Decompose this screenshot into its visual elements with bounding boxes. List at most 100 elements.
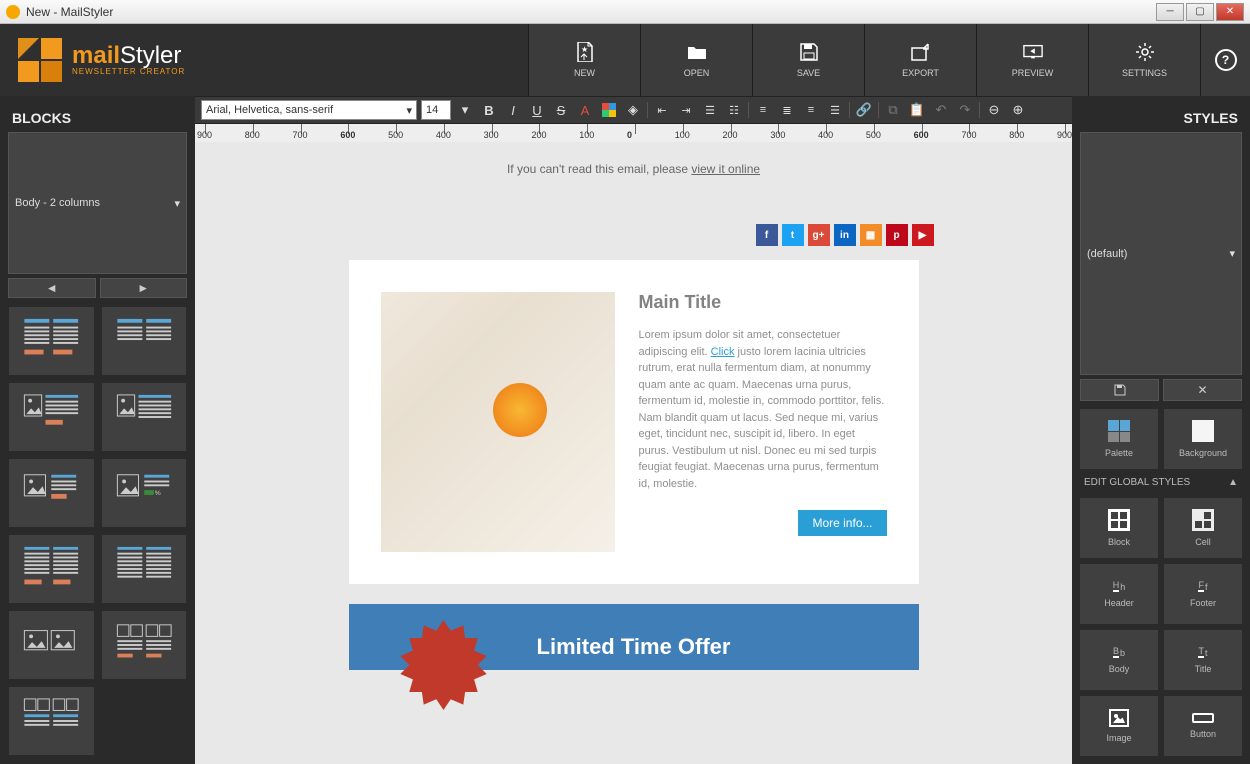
logo-subtitle: NEWSLETTER CREATOR xyxy=(72,68,185,76)
minimize-button[interactable]: ─ xyxy=(1156,3,1184,21)
zoom-in-button[interactable]: ⊕ xyxy=(1008,100,1028,120)
title-style-button[interactable]: TtTitle xyxy=(1164,630,1242,690)
block-thumb[interactable] xyxy=(8,382,95,452)
block-thumb[interactable] xyxy=(8,306,95,376)
preview-button[interactable]: PREVIEW xyxy=(976,24,1088,96)
block-thumb[interactable] xyxy=(8,610,95,680)
block-icon xyxy=(1108,509,1130,531)
font-color-button[interactable]: A xyxy=(575,100,595,120)
export-label: EXPORT xyxy=(902,68,939,78)
bg-color-button[interactable] xyxy=(599,100,619,120)
body-link[interactable]: Click xyxy=(711,346,735,358)
email-block[interactable]: Main Title Lorem ipsum dolor sit amet, c… xyxy=(349,260,919,584)
header-style-button[interactable]: HhHeader xyxy=(1080,564,1158,624)
social-twitter-icon[interactable]: t xyxy=(782,224,804,246)
block-thumb[interactable] xyxy=(101,382,188,452)
canvas[interactable]: If you can't read this email, please vie… xyxy=(195,142,1072,764)
chevron-down-icon: ▾ xyxy=(174,197,180,210)
button-style-button[interactable]: Button xyxy=(1164,696,1242,756)
cell-style-button[interactable]: Cell xyxy=(1164,498,1242,558)
chevron-down-icon: ▾ xyxy=(1229,247,1235,260)
redo-button[interactable]: ↷ xyxy=(955,100,975,120)
undo-button[interactable]: ↶ xyxy=(931,100,951,120)
save-button[interactable]: SAVE xyxy=(752,24,864,96)
outdent-button[interactable]: ⇤ xyxy=(652,100,672,120)
block-thumb[interactable] xyxy=(8,534,95,604)
social-rss-icon[interactable]: ▦ xyxy=(860,224,882,246)
strike-button[interactable]: S xyxy=(551,100,571,120)
logo-icon xyxy=(18,38,62,82)
close-button[interactable]: ✕ xyxy=(1216,3,1244,21)
background-button[interactable]: Background xyxy=(1164,409,1242,469)
block-thumb[interactable] xyxy=(101,306,188,376)
link-button[interactable]: 🔗 xyxy=(854,100,874,120)
chevron-down-icon: ▾ xyxy=(406,104,412,117)
block-thumb[interactable] xyxy=(8,686,95,756)
block-style-button[interactable]: Block xyxy=(1080,498,1158,558)
more-info-button[interactable]: More info... xyxy=(798,510,886,536)
image-icon xyxy=(1109,709,1129,727)
email-body[interactable]: Lorem ipsum dolor sit amet, consectetuer… xyxy=(639,327,887,492)
new-button[interactable]: ★ NEW xyxy=(528,24,640,96)
bullet-list-button[interactable]: ☰ xyxy=(700,100,720,120)
footer-style-button[interactable]: FfFooter xyxy=(1164,564,1242,624)
preheader[interactable]: If you can't read this email, please vie… xyxy=(195,154,1072,184)
save-label: SAVE xyxy=(797,68,820,78)
font-size-select[interactable]: 14 xyxy=(421,100,451,120)
open-button[interactable]: OPEN xyxy=(640,24,752,96)
palette-button[interactable]: Palette xyxy=(1080,409,1158,469)
social-facebook-icon[interactable]: f xyxy=(756,224,778,246)
social-pinterest-icon[interactable]: p xyxy=(886,224,908,246)
block-thumb[interactable] xyxy=(101,610,188,680)
blocks-prev-button[interactable]: ◄ xyxy=(8,278,96,298)
align-center-button[interactable]: ≣ xyxy=(777,100,797,120)
blocks-category-select[interactable]: Body - 2 columns ▾ xyxy=(8,132,187,274)
export-button[interactable]: EXPORT xyxy=(864,24,976,96)
window-title: New - MailStyler xyxy=(26,5,1156,19)
clear-format-button[interactable]: ◈ xyxy=(623,100,643,120)
social-linkedin-icon[interactable]: in xyxy=(834,224,856,246)
blocks-panel: BLOCKS Body - 2 columns▾ ◄ ► % xyxy=(0,96,195,764)
paste-button[interactable]: 📋 xyxy=(907,100,927,120)
logo: mailStyler NEWSLETTER CREATOR xyxy=(0,24,203,96)
settings-button[interactable]: SETTINGS xyxy=(1088,24,1200,96)
block-thumb[interactable] xyxy=(8,458,95,528)
style-save-button[interactable] xyxy=(1080,379,1159,401)
social-google-icon[interactable]: g+ xyxy=(808,224,830,246)
underline-button[interactable]: U xyxy=(527,100,547,120)
preview-label: PREVIEW xyxy=(1012,68,1054,78)
body-style-button[interactable]: BbBody xyxy=(1080,630,1158,690)
styles-panel: STYLES (default)▾ ✕ Palette Background E… xyxy=(1072,96,1250,764)
chevron-down-icon[interactable]: ▾ xyxy=(455,100,475,120)
copy-button[interactable]: ⧉ xyxy=(883,100,903,120)
offer-block[interactable]: Limited Time Offer xyxy=(349,604,919,670)
chevron-up-icon: ▲ xyxy=(1228,477,1238,488)
number-list-button[interactable]: ☷ xyxy=(724,100,744,120)
view-online-link[interactable]: view it online xyxy=(691,162,760,176)
italic-button[interactable]: I xyxy=(503,100,523,120)
styles-select[interactable]: (default)▾ xyxy=(1080,132,1242,375)
maximize-button[interactable]: ▢ xyxy=(1186,3,1214,21)
style-delete-button[interactable]: ✕ xyxy=(1163,379,1242,401)
font-family-select[interactable]: Arial, Helvetica, sans-serif▾ xyxy=(201,100,417,120)
ruler: 9008007006005004003002001000100200300400… xyxy=(195,124,1072,142)
align-right-button[interactable]: ≡ xyxy=(801,100,821,120)
blocks-select-value: Body - 2 columns xyxy=(15,197,100,209)
email-image[interactable] xyxy=(381,292,615,552)
zoom-out-button[interactable]: ⊖ xyxy=(984,100,1004,120)
email-title[interactable]: Main Title xyxy=(639,292,887,313)
preview-icon xyxy=(1023,42,1043,62)
blocks-next-button[interactable]: ► xyxy=(100,278,188,298)
header: mailStyler NEWSLETTER CREATOR ★ NEW OPEN… xyxy=(0,24,1250,96)
align-left-button[interactable]: ≡ xyxy=(753,100,773,120)
align-justify-button[interactable]: ☰ xyxy=(825,100,845,120)
bold-button[interactable]: B xyxy=(479,100,499,120)
social-youtube-icon[interactable]: ▶ xyxy=(912,224,934,246)
block-thumb[interactable] xyxy=(101,534,188,604)
global-styles-header[interactable]: EDIT GLOBAL STYLES▲ xyxy=(1080,469,1242,490)
title-icon: Tt xyxy=(1198,646,1207,658)
help-button[interactable]: ? xyxy=(1200,24,1250,96)
block-thumb[interactable]: % xyxy=(101,458,188,528)
image-style-button[interactable]: Image xyxy=(1080,696,1158,756)
indent-button[interactable]: ⇥ xyxy=(676,100,696,120)
